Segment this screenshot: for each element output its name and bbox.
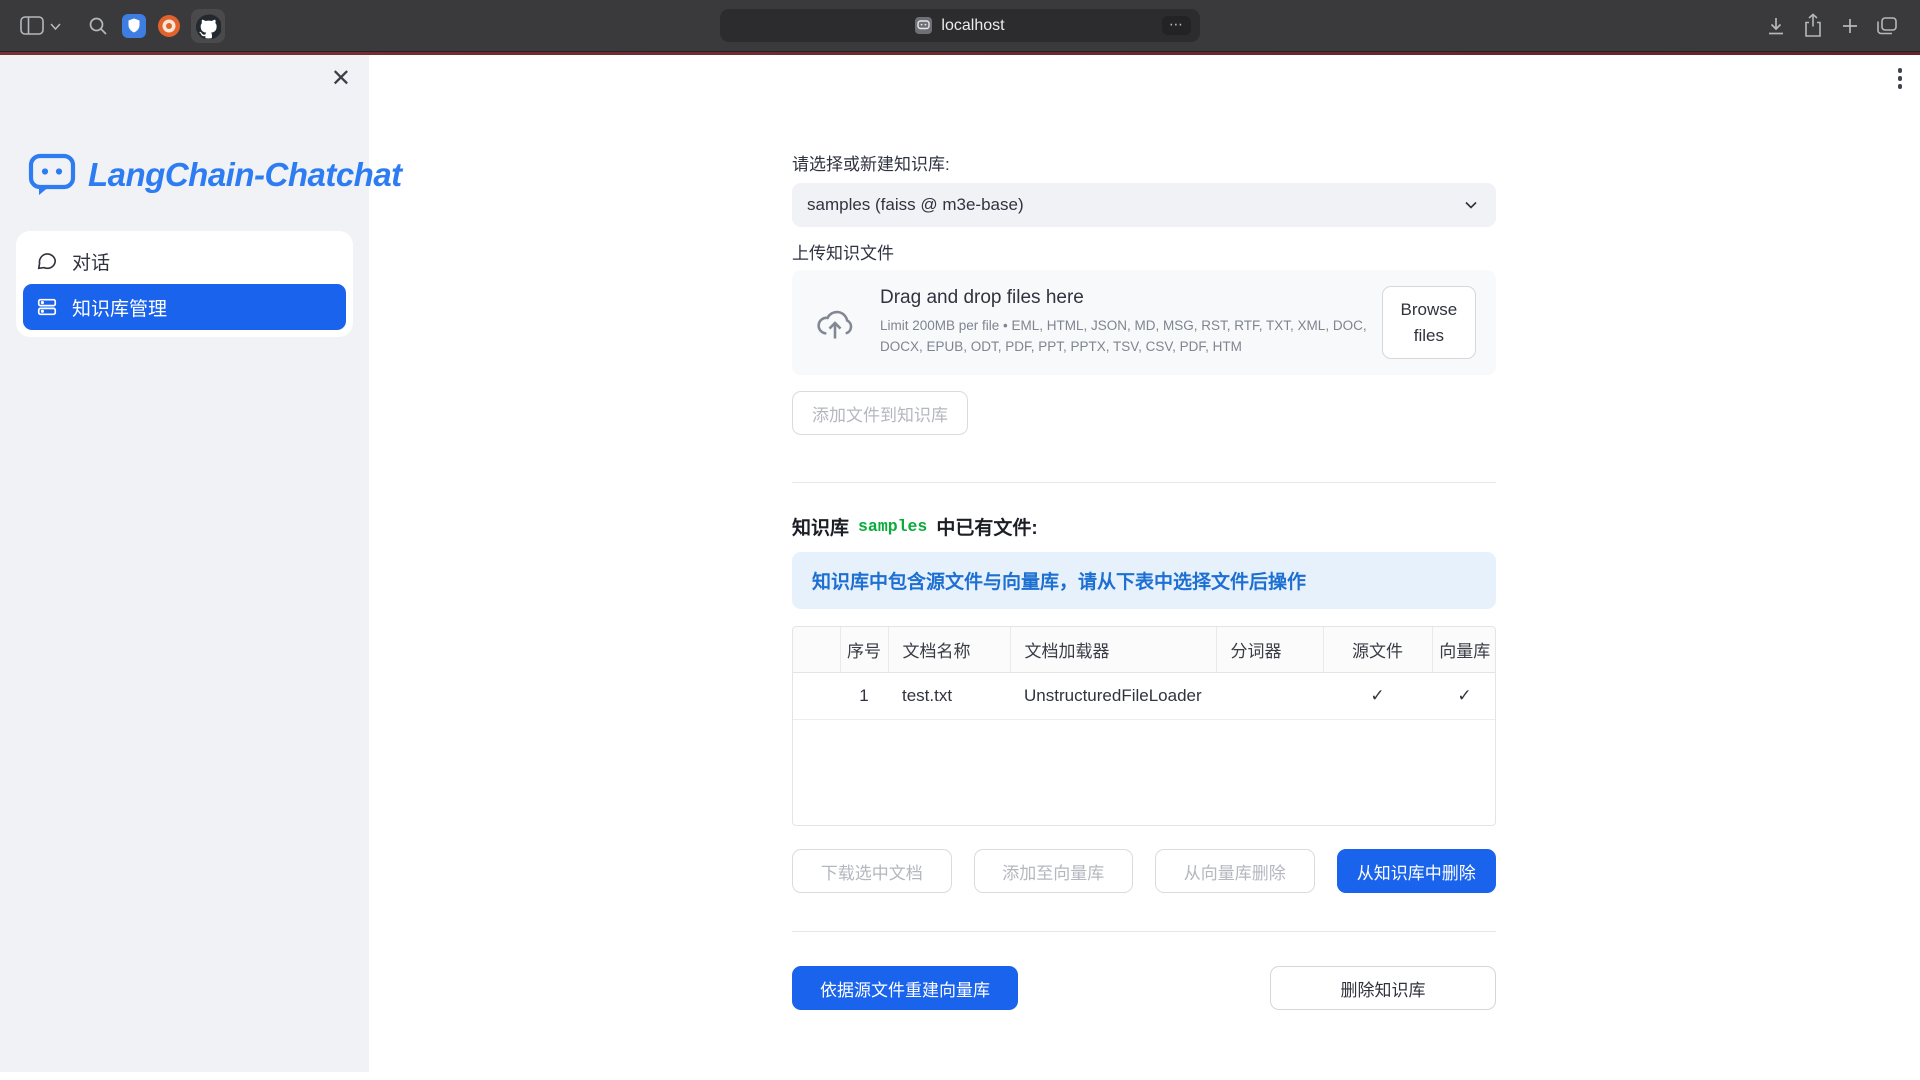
close-icon[interactable]: ✕ xyxy=(331,67,351,91)
new-tab-icon[interactable] xyxy=(1840,16,1860,36)
sidebar-item-label: 对话 xyxy=(72,248,110,275)
table-row[interactable]: 1 test.txt UnstructuredFileLoader ✓ ✓ xyxy=(793,672,1496,719)
address-bar[interactable]: localhost ⋯ xyxy=(720,9,1200,42)
kb-files-table: 序号 文档名称 文档加载器 分词器 源文件 向量库 1 test.txt Uns… xyxy=(792,626,1496,826)
github-icon[interactable] xyxy=(191,9,225,43)
main-content: 请选择或新建知识库: samples (faiss @ m3e-base) 上传… xyxy=(792,55,1496,1010)
sidebar: ✕ LangChain-Chatchat 对话 知识库管理 xyxy=(0,55,369,1072)
dropzone-limit: Limit 200MB per file • EML, HTML, JSON, … xyxy=(880,316,1382,358)
table-header-docname[interactable]: 文档名称 xyxy=(888,627,1010,672)
cell-blank xyxy=(793,672,840,719)
chatchat-logo-icon xyxy=(28,153,76,197)
cell-docname: test.txt xyxy=(888,672,1010,719)
tab-overview-icon[interactable] xyxy=(1876,16,1898,36)
divider xyxy=(792,482,1496,483)
file-dropzone[interactable]: Drag and drop files here Limit 200MB per… xyxy=(792,270,1496,375)
site-favicon xyxy=(915,17,932,34)
table-header-splitter[interactable]: 分词器 xyxy=(1216,627,1323,672)
kb-name-code: samples xyxy=(858,517,927,536)
kb-select[interactable]: samples (faiss @ m3e-base) xyxy=(792,183,1496,227)
sidebar-item-label: 知识库管理 xyxy=(72,294,167,321)
cell-vectorstore-check: ✓ xyxy=(1432,672,1496,719)
kebab-menu-icon[interactable] xyxy=(1898,68,1903,89)
browse-files-button[interactable]: Browse files xyxy=(1382,286,1476,359)
app-logo: LangChain-Chatchat xyxy=(28,153,402,197)
app-title: LangChain-Chatchat xyxy=(88,156,402,194)
table-header-blank xyxy=(793,627,840,672)
divider xyxy=(792,931,1496,932)
cell-splitter xyxy=(1216,672,1323,719)
delete-from-kb-button[interactable]: 从知识库中删除 xyxy=(1337,849,1497,893)
table-header-sourcefile[interactable]: 源文件 xyxy=(1323,627,1432,672)
cell-loader: UnstructuredFileLoader xyxy=(1010,672,1216,719)
dropzone-text: Drag and drop files here Limit 200MB per… xyxy=(880,287,1382,358)
table-header-loader[interactable]: 文档加载器 xyxy=(1010,627,1216,672)
download-selected-button[interactable]: 下载选中文档 xyxy=(792,849,952,893)
table-header-vectorstore[interactable]: 向量库 xyxy=(1432,627,1496,672)
extensions-ellipsis-icon[interactable]: ⋯ xyxy=(1162,16,1191,35)
table-actions: 下载选中文档 添加至向量库 从向量库删除 从知识库中删除 xyxy=(792,849,1496,893)
info-alert: 知识库中包含源文件与向量库，请从下表中选择文件后操作 xyxy=(792,552,1496,609)
delete-kb-button[interactable]: 删除知识库 xyxy=(1270,966,1496,1010)
address-url: localhost xyxy=(941,17,1004,35)
table-header-index[interactable]: 序号 xyxy=(840,627,888,672)
kb-select-label: 请选择或新建知识库: xyxy=(792,150,1496,175)
dropzone-title: Drag and drop files here xyxy=(880,287,1382,309)
chevron-down-icon[interactable] xyxy=(50,23,61,30)
cell-sourcefile-check: ✓ xyxy=(1323,672,1432,719)
knowledge-base-icon xyxy=(36,296,58,318)
add-to-vectorstore-button[interactable]: 添加至向量库 xyxy=(974,849,1134,893)
kb-files-heading: 知识库 samples 中已有文件: xyxy=(792,513,1496,540)
kb-footer-actions: 依据源文件重建向量库 删除知识库 xyxy=(792,966,1496,1010)
cloud-upload-icon xyxy=(812,304,858,342)
cell-index: 1 xyxy=(840,672,888,719)
kb-files-heading-prefix: 知识库 xyxy=(792,513,849,540)
chevron-down-icon xyxy=(1461,195,1481,215)
search-icon[interactable] xyxy=(88,16,108,36)
sidebar-toggle-icon[interactable] xyxy=(20,16,44,35)
sidebar-item-knowledge-base[interactable]: 知识库管理 xyxy=(23,284,346,330)
browser-toolbar: localhost ⋯ xyxy=(0,0,1920,52)
kb-select-value: samples (faiss @ m3e-base) xyxy=(807,195,1024,215)
remove-from-vectorstore-button[interactable]: 从向量库删除 xyxy=(1155,849,1315,893)
sidebar-nav: 对话 知识库管理 xyxy=(16,231,353,337)
sidebar-item-chat[interactable]: 对话 xyxy=(23,238,346,284)
table-header-row: 序号 文档名称 文档加载器 分词器 源文件 向量库 xyxy=(793,627,1496,672)
downloads-icon[interactable] xyxy=(1765,15,1787,37)
target-extension-icon[interactable] xyxy=(157,14,181,38)
chat-bubble-icon xyxy=(36,250,58,272)
upload-label: 上传知识文件 xyxy=(792,239,1496,264)
add-files-button[interactable]: 添加文件到知识库 xyxy=(792,391,968,435)
shield-extension-icon[interactable] xyxy=(122,14,146,38)
kb-files-heading-suffix: 中已有文件: xyxy=(936,513,1037,540)
share-icon[interactable] xyxy=(1803,13,1823,38)
rebuild-vectorstore-button[interactable]: 依据源文件重建向量库 xyxy=(792,966,1018,1010)
